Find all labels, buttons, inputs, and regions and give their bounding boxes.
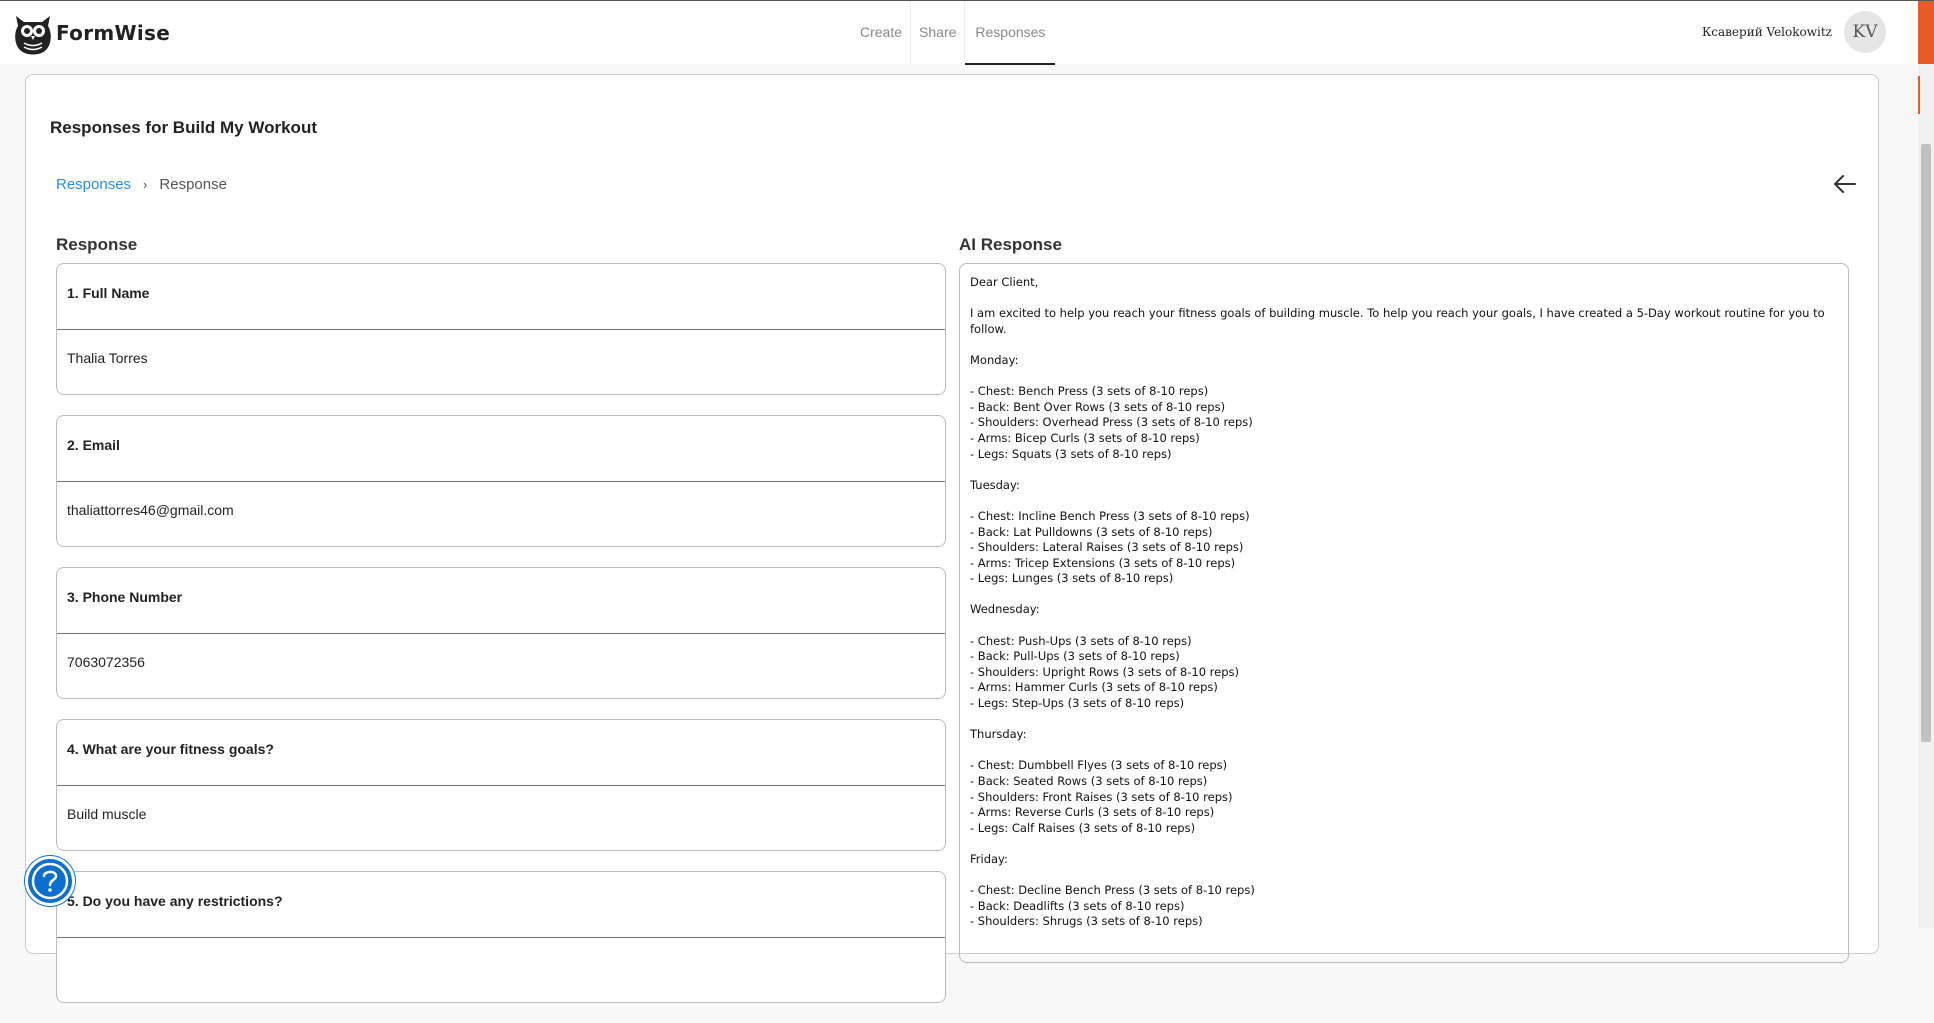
ai-response-line: - Legs: Lunges (3 sets of 8-10 reps) bbox=[970, 571, 1174, 586]
ai-response-line: - Shoulders: Overhead Press (3 sets of 8… bbox=[970, 415, 1253, 430]
ai-response-line bbox=[970, 587, 1838, 603]
ai-response-line bbox=[970, 337, 1838, 353]
answer-value: Build muscle bbox=[67, 806, 147, 822]
question-label: 4. What are your fitness goals? bbox=[57, 720, 945, 786]
page-title: Responses for Build My Workout bbox=[50, 118, 317, 137]
ai-response-line bbox=[970, 836, 1838, 852]
page-scrollbar[interactable] bbox=[1918, 64, 1934, 928]
question-label: 5. Do you have any restrictions? bbox=[57, 872, 945, 938]
breadcrumb-separator: › bbox=[143, 177, 148, 192]
app-name: FormWise bbox=[56, 21, 171, 45]
ai-response-line: - Arms: Reverse Curls (3 sets of 8-10 re… bbox=[970, 805, 1215, 820]
ai-response-line bbox=[970, 868, 1838, 884]
user-menu[interactable]: Ксаверий Velokowitz KV bbox=[1702, 11, 1886, 53]
main-nav: Create Share Responses bbox=[852, 1, 1056, 65]
ai-response-line bbox=[970, 291, 1838, 307]
ai-response-line: Monday: bbox=[970, 352, 1019, 367]
ai-response-line: Friday: bbox=[970, 851, 1008, 866]
ai-response-line: - Back: Lat Pulldowns (3 sets of 8-10 re… bbox=[970, 524, 1213, 539]
ai-response-line: - Back: Pull-Ups (3 sets of 8-10 reps) bbox=[970, 649, 1180, 664]
ai-response-line: - Shoulders: Front Raises (3 sets of 8-1… bbox=[970, 789, 1233, 804]
avatar[interactable]: KV bbox=[1844, 11, 1886, 53]
ai-response-line: - Shoulders: Lateral Raises (3 sets of 8… bbox=[970, 540, 1244, 555]
ai-response-line: - Legs: Squats (3 sets of 8-10 reps) bbox=[970, 446, 1172, 461]
breadcrumb-current: Response bbox=[159, 176, 227, 193]
ai-response-line: - Arms: Hammer Curls (3 sets of 8-10 rep… bbox=[970, 680, 1218, 695]
help-button[interactable] bbox=[25, 856, 75, 906]
scrollbar-thumb[interactable] bbox=[1921, 144, 1931, 742]
ai-response-text: Dear Client, I am excited to help you rea… bbox=[959, 263, 1849, 963]
ai-response-line bbox=[970, 493, 1838, 509]
ai-response-line bbox=[970, 743, 1838, 759]
top-header: FormWise Create Share Responses Ксаверий… bbox=[0, 0, 1934, 65]
answer-value: thaliattorres46@gmail.com bbox=[67, 502, 234, 518]
question-card: 3. Phone Number 7063072356 bbox=[56, 567, 946, 699]
ai-response-line: Tuesday: bbox=[970, 477, 1020, 492]
responses-card: Responses for Build My Workout Responses… bbox=[25, 74, 1879, 1003]
question-list: 1. Full Name Thalia Torres 2. Email thal… bbox=[56, 263, 946, 1023]
ai-response-line: - Chest: Decline Bench Press (3 sets of … bbox=[970, 883, 1255, 898]
accent-strip bbox=[1918, 1, 1934, 65]
scroll-marker bbox=[1918, 76, 1920, 114]
ai-response-line: I am excited to help you reach your fitn… bbox=[970, 306, 1829, 336]
ai-response-line: - Chest: Dumbbell Flyes (3 sets of 8-10 … bbox=[970, 758, 1228, 773]
ai-response-line: - Legs: Calf Raises (3 sets of 8-10 reps… bbox=[970, 820, 1196, 835]
arrow-left-icon[interactable] bbox=[1832, 171, 1858, 197]
ai-response-line: Dear Client, bbox=[970, 275, 1039, 289]
response-section-title: Response bbox=[56, 235, 138, 254]
question-label: 3. Phone Number bbox=[57, 568, 945, 634]
question-card: 1. Full Name Thalia Torres bbox=[56, 263, 946, 395]
question-card: 2. Email thaliattorres46@gmail.com bbox=[56, 415, 946, 547]
answer-value: 7063072356 bbox=[67, 654, 145, 670]
ai-response-section-title: AI Response bbox=[959, 235, 1062, 254]
breadcrumb: Responses › Response bbox=[56, 176, 227, 193]
ai-response-line: - Chest: Bench Press (3 sets of 8-10 rep… bbox=[970, 384, 1209, 399]
user-name: Ксаверий Velokowitz bbox=[1702, 25, 1832, 39]
breadcrumb-responses-link[interactable]: Responses bbox=[56, 176, 131, 193]
ai-response-line: - Legs: Step-Ups (3 sets of 8-10 reps) bbox=[970, 696, 1185, 711]
nav-responses[interactable]: Responses bbox=[965, 1, 1056, 65]
nav-create[interactable]: Create bbox=[852, 1, 912, 65]
app-logo[interactable]: FormWise bbox=[12, 10, 170, 56]
ai-response-line: - Back: Bent Over Rows (3 sets of 8-10 r… bbox=[970, 399, 1226, 414]
ai-response-line: Wednesday: bbox=[970, 602, 1040, 617]
ai-response-line: - Arms: Bicep Curls (3 sets of 8-10 reps… bbox=[970, 430, 1200, 445]
ai-response-line bbox=[970, 462, 1838, 478]
ai-response-line: - Back: Seated Rows (3 sets of 8-10 reps… bbox=[970, 774, 1208, 788]
answer-value: Thalia Torres bbox=[67, 350, 148, 366]
ai-response-line bbox=[970, 369, 1838, 385]
question-label: 1. Full Name bbox=[57, 264, 945, 330]
ai-response-line: - Chest: Push-Ups (3 sets of 8-10 reps) bbox=[970, 633, 1192, 648]
ai-response-line: - Shoulders: Upright Rows (3 sets of 8-1… bbox=[970, 664, 1239, 679]
question-card: 4. What are your fitness goals? Build mu… bbox=[56, 719, 946, 851]
ai-response-line bbox=[970, 712, 1838, 728]
ai-response-line bbox=[970, 618, 1838, 634]
answer-value bbox=[57, 938, 945, 978]
ai-response-line: - Arms: Tricep Extensions (3 sets of 8-1… bbox=[970, 555, 1236, 570]
question-card: 5. Do you have any restrictions? bbox=[56, 871, 946, 1003]
owl-logo-icon bbox=[15, 16, 51, 55]
question-label: 2. Email bbox=[57, 416, 945, 482]
nav-share[interactable]: Share bbox=[911, 1, 966, 65]
ai-response-line: - Chest: Incline Bench Press (3 sets of … bbox=[970, 508, 1250, 523]
ai-response-line: Thursday: bbox=[970, 727, 1027, 742]
ai-response-line: - Back: Deadlifts (3 sets of 8-10 reps) bbox=[970, 898, 1185, 913]
question-mark-icon bbox=[31, 862, 69, 900]
